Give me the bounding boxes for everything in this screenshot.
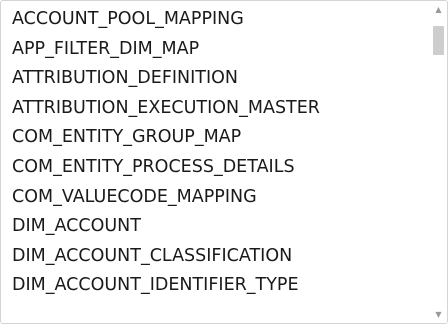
scrollbar-thumb[interactable] xyxy=(433,26,444,55)
list-item[interactable]: DIM_ACCOUNT xyxy=(1,212,429,242)
scroll-down-icon[interactable]: ▼ xyxy=(430,306,447,323)
table-listbox[interactable]: ACCOUNT_POOL_MAPPING APP_FILTER_DIM_MAP … xyxy=(0,0,448,324)
list-item[interactable]: DIM_ACCOUNT_IDENTIFIER_TYPE xyxy=(1,271,429,301)
list-item[interactable]: ACCOUNT_POOL_MAPPING xyxy=(1,5,429,35)
list-item[interactable]: APP_FILTER_DIM_MAP xyxy=(1,35,429,65)
list-item[interactable]: COM_ENTITY_GROUP_MAP xyxy=(1,123,429,153)
list-item[interactable]: COM_ENTITY_PROCESS_DETAILS xyxy=(1,153,429,183)
list-item[interactable]: COM_VALUECODE_MAPPING xyxy=(1,183,429,213)
list-item[interactable]: ATTRIBUTION_DEFINITION xyxy=(1,64,429,94)
list-item[interactable]: ATTRIBUTION_EXECUTION_MASTER xyxy=(1,94,429,124)
table-list: ACCOUNT_POOL_MAPPING APP_FILTER_DIM_MAP … xyxy=(1,5,429,301)
vertical-scrollbar[interactable]: ▲ ▼ xyxy=(430,1,447,323)
scrollbar-track[interactable] xyxy=(430,18,447,306)
scroll-up-icon[interactable]: ▲ xyxy=(430,1,447,18)
list-item[interactable]: DIM_ACCOUNT_CLASSIFICATION xyxy=(1,242,429,272)
